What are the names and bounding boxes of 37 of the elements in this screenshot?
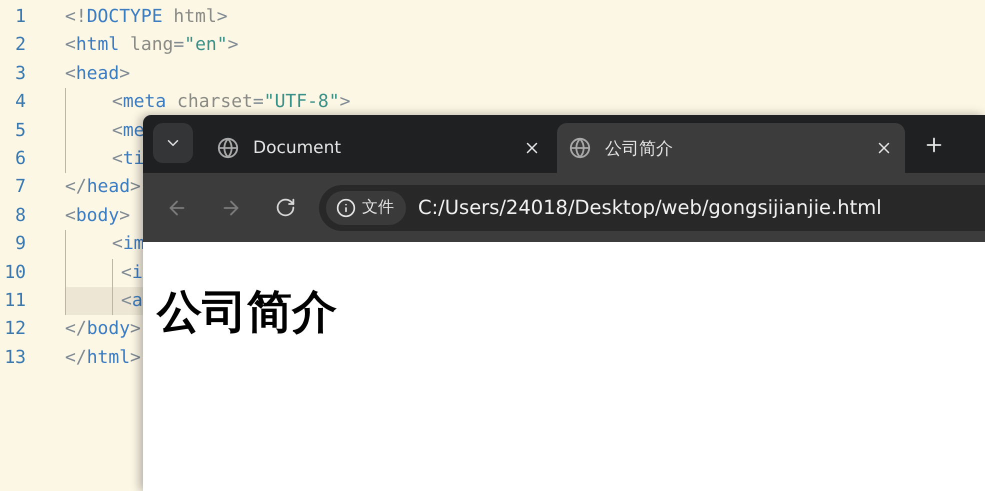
line-number: 12 bbox=[3, 317, 26, 342]
code-line: <meta charset="UTF-8"> bbox=[112, 90, 350, 114]
line-number: 8 bbox=[14, 204, 26, 228]
line-number: 4 bbox=[14, 90, 26, 114]
code-line: <!DOCTYPE html> bbox=[65, 5, 228, 29]
tab-title: Document bbox=[253, 138, 342, 158]
site-info-chip[interactable]: 文件 bbox=[326, 190, 406, 224]
line-number: 5 bbox=[14, 118, 26, 143]
url-text: C:/Users/24018/Desktop/web/gongsijianjie.html bbox=[418, 196, 882, 219]
tab-title: 公司简介 bbox=[605, 138, 674, 160]
line-number: 7 bbox=[14, 175, 26, 200]
line-number: 11 bbox=[3, 288, 26, 313]
browser-tab[interactable]: Document bbox=[205, 123, 553, 173]
line-number: 3 bbox=[14, 62, 26, 86]
line-number: 2 bbox=[14, 33, 26, 58]
info-icon bbox=[336, 198, 356, 218]
page-heading: 公司简介 bbox=[157, 284, 338, 340]
code-line: <a bbox=[121, 288, 143, 313]
address-bar[interactable]: 文件 C:/Users/24018/Desktop/web/gongsijianjie.html bbox=[319, 184, 985, 230]
line-number: 6 bbox=[14, 146, 26, 171]
code-line: </body> bbox=[65, 317, 141, 342]
line-number: 13 bbox=[3, 346, 26, 370]
globe-icon bbox=[217, 137, 239, 159]
globe-icon bbox=[569, 137, 591, 159]
browser-tab[interactable]: 公司简介 bbox=[557, 123, 905, 173]
code-line: <i bbox=[121, 260, 143, 285]
code-line: <me bbox=[112, 118, 145, 143]
line-number: 1 bbox=[14, 5, 26, 29]
code-line: </head> bbox=[65, 175, 141, 200]
code-line: <html lang="en"> bbox=[65, 33, 238, 58]
code-line: <body> bbox=[65, 204, 130, 228]
line-number: 9 bbox=[14, 232, 26, 256]
code-line: <head> bbox=[65, 62, 130, 86]
code-line: </html> bbox=[65, 346, 141, 370]
reload-icon bbox=[274, 197, 296, 218]
line-number: 10 bbox=[3, 260, 26, 285]
code-line: <ti bbox=[112, 146, 145, 171]
